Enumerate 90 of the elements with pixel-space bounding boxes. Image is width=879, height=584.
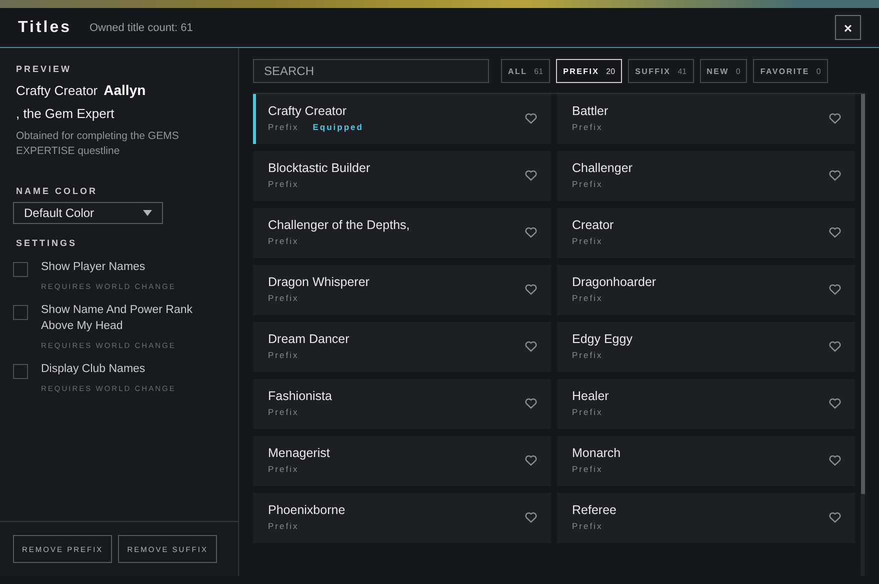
heart-icon[interactable] — [829, 227, 841, 238]
title-card[interactable]: Challenger of the Depths, Prefix — [253, 208, 551, 258]
title-card[interactable]: Referee Prefix — [557, 493, 855, 543]
title-name: Referee — [572, 503, 618, 517]
title-type: Prefix — [572, 407, 603, 417]
heart-icon[interactable] — [829, 512, 841, 523]
player-name: Aallyn — [104, 82, 146, 98]
heart-icon[interactable] — [829, 284, 841, 295]
title-card[interactable]: Creator Prefix — [557, 208, 855, 258]
title-card[interactable]: Menagerist Prefix — [253, 436, 551, 486]
title-card[interactable]: Dragonhoarder Prefix — [557, 265, 855, 315]
title-name: Edgy Eggy — [572, 332, 634, 346]
title-card[interactable]: Healer Prefix — [557, 379, 855, 429]
heart-icon[interactable] — [525, 227, 537, 238]
title-card[interactable]: Edgy Eggy Prefix — [557, 322, 855, 372]
title-type: Prefix — [268, 464, 299, 474]
checkbox[interactable] — [13, 262, 28, 277]
title-name: Creator — [572, 218, 615, 232]
title-type: Prefix — [572, 521, 603, 531]
scrollbar[interactable] — [861, 94, 865, 576]
title-card[interactable]: Dragon Whisperer Prefix — [253, 265, 551, 315]
title-type: Prefix — [268, 122, 299, 132]
filter-tab[interactable]: SUFFIX 41 — [628, 59, 694, 83]
heart-icon[interactable] — [829, 113, 841, 124]
title-card[interactable]: Challenger Prefix — [557, 151, 855, 201]
heart-icon[interactable] — [829, 170, 841, 181]
preview-suffix: , the Gem Expert — [16, 106, 116, 121]
title-name: Crafty Creator — [268, 104, 348, 118]
equipped-label: Equipped — [312, 122, 364, 132]
close-button[interactable]: × — [835, 15, 861, 40]
filter-tab[interactable]: PREFIX 20 — [556, 59, 622, 83]
title-name: Dragon Whisperer — [268, 275, 370, 289]
heart-icon[interactable] — [525, 341, 537, 352]
section-label: NAME COLOR — [16, 186, 98, 196]
filter-tab[interactable]: NEW 0 — [700, 59, 748, 83]
filter-tab[interactable]: FAVORITE 0 — [753, 59, 828, 83]
dialog-title: Titles — [18, 18, 72, 36]
setting-label: Show Player Names — [41, 260, 146, 275]
heart-icon[interactable] — [829, 341, 841, 352]
title-card[interactable]: Battler Prefix — [557, 94, 855, 144]
section-label: PREVIEW — [16, 64, 73, 74]
title-name: Blocktastic Builder — [268, 161, 372, 175]
heart-icon[interactable] — [829, 455, 841, 466]
title-card[interactable]: Monarch Prefix — [557, 436, 855, 486]
heart-icon[interactable] — [829, 398, 841, 409]
title-card[interactable]: Dream Dancer Prefix — [253, 322, 551, 372]
title-type: Prefix — [268, 407, 299, 417]
caret-icon — [143, 210, 152, 216]
owned-count: Owned title count: 61 — [90, 22, 193, 34]
title-card[interactable]: Fashionista Prefix — [253, 379, 551, 429]
title-card[interactable]: Blocktastic Builder Prefix — [253, 151, 551, 201]
title-description: Obtained for completing the GEMS EXPERTISE questline — [16, 129, 180, 159]
heart-icon[interactable] — [525, 170, 537, 181]
title-type: Prefix — [572, 464, 603, 474]
title-type: Prefix — [268, 179, 299, 189]
title-name: Fashionista — [268, 389, 333, 403]
title-name: Dream Dancer — [268, 332, 350, 346]
title-name: Monarch — [572, 446, 622, 460]
setting-label: Show Name And Power Rank Above My Head — [41, 303, 194, 334]
search-field[interactable]: SEARCH — [253, 59, 489, 83]
title-name: Challenger — [572, 161, 634, 175]
section-label: SETTINGS — [16, 238, 78, 248]
title-type: Prefix — [572, 122, 603, 132]
title-name: Challenger of the Depths, — [268, 218, 411, 232]
title-type: Prefix — [268, 293, 299, 303]
heart-icon[interactable] — [525, 398, 537, 409]
checkbox[interactable] — [13, 364, 28, 379]
heart-icon[interactable] — [525, 512, 537, 523]
setting-label: Display Club Names — [41, 362, 146, 377]
title-name: Menagerist — [268, 446, 331, 460]
title-card[interactable]: Crafty Creator Prefix Equipped — [253, 94, 551, 144]
preview-prefix: Crafty Creator — [16, 83, 98, 98]
title-name: Phoenixborne — [268, 503, 346, 517]
title-type: Prefix — [268, 521, 299, 531]
title-type: Prefix — [572, 293, 603, 303]
title-type: Prefix — [572, 179, 603, 189]
title-type: Prefix — [268, 236, 299, 246]
title-name: Dragonhoarder — [572, 275, 658, 289]
title-card[interactable]: Phoenixborne Prefix — [253, 493, 551, 543]
title-type: Prefix — [572, 350, 603, 360]
name-color-dropdown[interactable]: Default Color — [13, 202, 163, 224]
heart-icon[interactable] — [525, 284, 537, 295]
filter-tab[interactable]: ALL 61 — [501, 59, 550, 83]
title-type: Prefix — [572, 236, 603, 246]
heart-icon[interactable] — [525, 113, 537, 124]
heart-icon[interactable] — [525, 455, 537, 466]
checkbox[interactable] — [13, 305, 28, 320]
title-name: Battler — [572, 104, 610, 118]
title-name: Healer — [572, 389, 610, 403]
title-type: Prefix — [268, 350, 299, 360]
